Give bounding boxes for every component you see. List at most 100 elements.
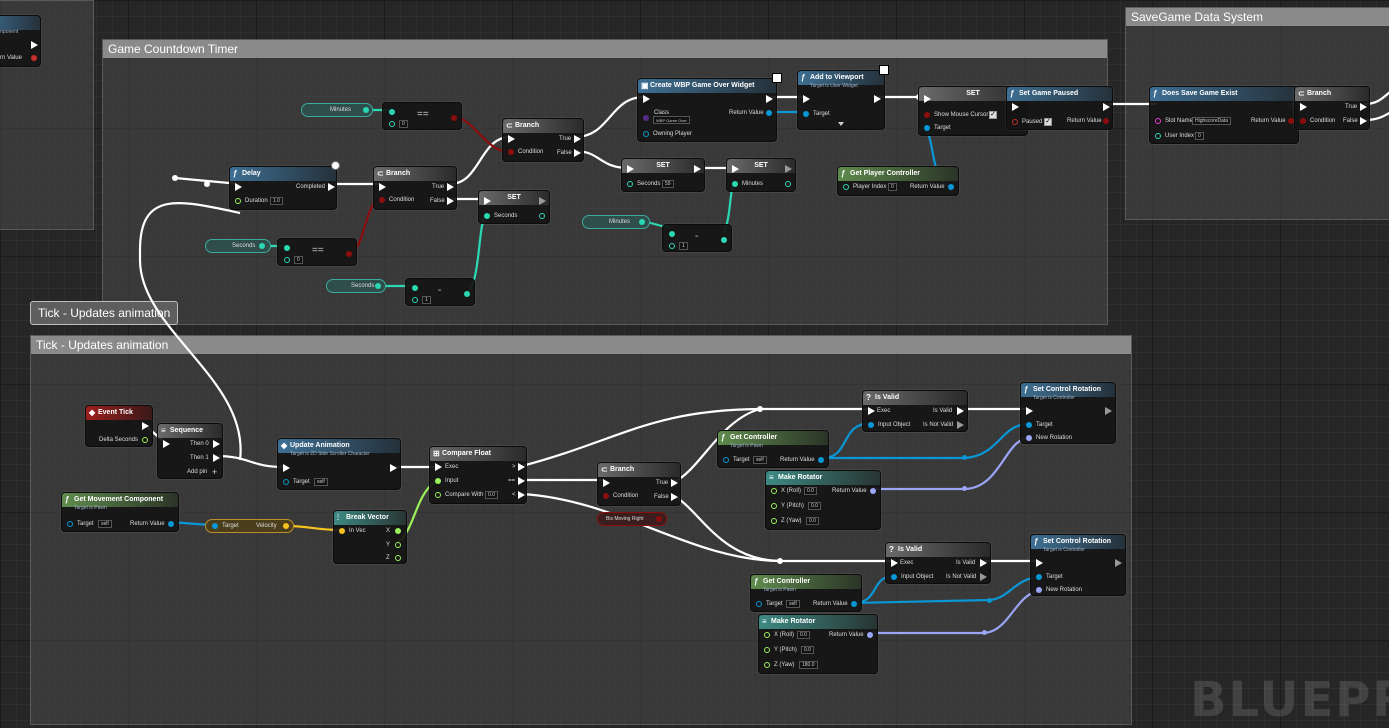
set-seconds-59-node[interactable]: SET Seconds 59 — [621, 158, 705, 192]
seconds-out-pin[interactable] — [539, 213, 545, 219]
paused-checkbox[interactable]: ✓ — [1044, 118, 1052, 126]
target-pin[interactable] — [283, 479, 289, 485]
class-pin[interactable] — [643, 115, 649, 121]
set-minutes-node[interactable]: SET Minutes — [726, 158, 796, 192]
true-pin[interactable] — [1360, 103, 1367, 111]
a-pin[interactable] — [389, 109, 395, 115]
make-rotator-node-2[interactable]: ≡ Make Rotator X (Roll) 0.0 Return Value … — [758, 614, 878, 674]
target-pin[interactable] — [756, 601, 762, 607]
is-valid-node-1[interactable]: ? Is Valid Exec Is Valid Input Object Is … — [862, 390, 968, 432]
result-pin[interactable] — [721, 237, 727, 243]
y-value[interactable]: 0.0 — [801, 646, 814, 654]
is-not-valid-pin[interactable] — [957, 421, 964, 429]
is-valid-pin[interactable] — [980, 559, 987, 567]
get-movement-component-node[interactable]: ƒ Get Movement Component Target is Pawn T… — [61, 492, 179, 532]
input-pin[interactable] — [435, 478, 441, 484]
exec-out-pin[interactable] — [142, 422, 149, 430]
player-index-pin[interactable] — [843, 184, 849, 190]
x-value[interactable]: 0.0 — [804, 487, 817, 495]
eq-pin[interactable] — [518, 477, 525, 485]
exec-in-pin[interactable] — [643, 95, 650, 103]
player-index-value[interactable]: 0 — [888, 183, 897, 191]
z-pin[interactable] — [395, 555, 401, 561]
equal-int-node-2[interactable]: 0 == — [277, 238, 357, 266]
return-value-pin[interactable] — [948, 184, 954, 190]
condition-pin[interactable] — [603, 493, 609, 499]
target-pin[interactable] — [1036, 574, 1042, 580]
true-pin[interactable] — [671, 479, 678, 487]
exec-out-pin[interactable] — [1103, 103, 1110, 111]
new-rotation-pin[interactable] — [1036, 587, 1042, 593]
seconds-getter[interactable]: Seconds — [205, 239, 271, 253]
exec-in-pin[interactable] — [891, 559, 898, 567]
target-pin[interactable] — [1026, 422, 1032, 428]
add-pin-icon[interactable]: + — [212, 467, 217, 477]
exec-out-pin[interactable] — [766, 95, 773, 103]
exec-out-pin[interactable] — [694, 165, 701, 173]
delay-node[interactable]: ƒ Delay Completed Duration 1.0 — [229, 166, 337, 210]
get-controller-node-1[interactable]: ƒ Get Controller Target is Pawn Target se… — [717, 430, 829, 468]
exec-out-pin[interactable] — [1105, 407, 1112, 415]
return-value-pin[interactable] — [1103, 118, 1109, 124]
get-player-controller-node[interactable]: ƒ Get Player Controller Player Index 0 Re… — [837, 166, 959, 196]
b-value[interactable]: 1 — [422, 296, 431, 304]
return-value-pin[interactable] — [851, 601, 857, 607]
then0-pin[interactable] — [213, 440, 220, 448]
reroute-knot[interactable] — [777, 558, 783, 564]
y-pin[interactable] — [771, 503, 777, 509]
exec-out-pin[interactable] — [539, 197, 546, 205]
new-rotation-pin[interactable] — [1026, 435, 1032, 441]
x-pin[interactable] — [764, 632, 770, 638]
user-index-value[interactable]: 0 — [1195, 132, 1204, 140]
exec-out-pin[interactable] — [874, 95, 881, 103]
tick-branch-node[interactable]: ⊂ Branch True Condition False — [597, 462, 681, 506]
then1-pin[interactable] — [213, 454, 220, 462]
set-seconds-node[interactable]: SET Seconds — [478, 190, 550, 224]
target-pin[interactable] — [924, 125, 930, 131]
lt-pin[interactable] — [518, 491, 525, 499]
branch-node-1[interactable]: ⊂ Branch True Condition False — [373, 166, 457, 210]
target-self-value[interactable]: self — [314, 478, 328, 486]
exec-in-pin[interactable] — [1036, 559, 1043, 567]
is-valid-pin[interactable] — [957, 407, 964, 415]
return-value-pin[interactable] — [766, 110, 772, 116]
input-object-pin[interactable] — [868, 422, 874, 428]
is-not-valid-pin[interactable] — [980, 573, 987, 581]
seconds-value[interactable]: 59 — [662, 180, 674, 188]
a-pin[interactable] — [284, 245, 290, 251]
result-pin[interactable] — [464, 291, 470, 297]
return-value-pin[interactable] — [867, 632, 873, 638]
add-to-viewport-node[interactable]: ƒ Add to Viewport Target is User Widget T… — [797, 70, 885, 130]
event-tick-node[interactable]: ◆ Event Tick Delta Seconds — [85, 405, 153, 447]
reroute-knot[interactable] — [204, 181, 210, 187]
z-pin[interactable] — [764, 662, 770, 668]
z-value[interactable]: 180.0 — [799, 661, 818, 669]
minutes-out-pin[interactable] — [785, 181, 791, 187]
exec-in-pin[interactable] — [627, 165, 634, 173]
condition-pin[interactable] — [379, 197, 385, 203]
set-game-paused-node[interactable]: ƒ Set Game Paused Paused ✓ Return Value — [1006, 86, 1113, 130]
create-widget-node[interactable]: ▣ Create WBP Game Over Widget Class WBP G… — [637, 78, 777, 142]
make-rotator-node-1[interactable]: ≡ Make Rotator X (Roll) 0.0 Return Value … — [765, 470, 881, 530]
exec-in-pin[interactable] — [603, 479, 610, 487]
exec-in-pin[interactable] — [435, 463, 442, 471]
exec-out-pin[interactable] — [1115, 559, 1122, 567]
input-object-pin[interactable] — [891, 574, 897, 580]
return-value-pin[interactable] — [168, 521, 174, 527]
exec-in-pin[interactable] — [484, 197, 491, 205]
exec-out-pin[interactable] — [785, 165, 792, 173]
subtract-int-node-1[interactable]: 1 - — [405, 278, 475, 306]
minutes-pin[interactable] — [363, 107, 369, 113]
exec-in-pin[interactable] — [379, 183, 386, 191]
false-pin[interactable] — [447, 197, 454, 205]
compare-with-value[interactable]: 0.0 — [485, 491, 498, 499]
expand-arrow-icon[interactable] — [838, 122, 844, 126]
duration-pin[interactable] — [235, 198, 241, 204]
reroute-knot[interactable] — [757, 406, 763, 412]
savegame-branch-node[interactable]: ⊂ Branch True Condition False — [1294, 86, 1370, 130]
minutes-in-pin[interactable] — [732, 181, 738, 187]
reroute-knot[interactable] — [962, 455, 967, 460]
true-pin[interactable] — [447, 183, 454, 191]
completed-pin[interactable] — [328, 183, 335, 191]
is-valid-node-2[interactable]: ? Is Valid Exec Is Valid Input Object Is … — [885, 542, 991, 584]
